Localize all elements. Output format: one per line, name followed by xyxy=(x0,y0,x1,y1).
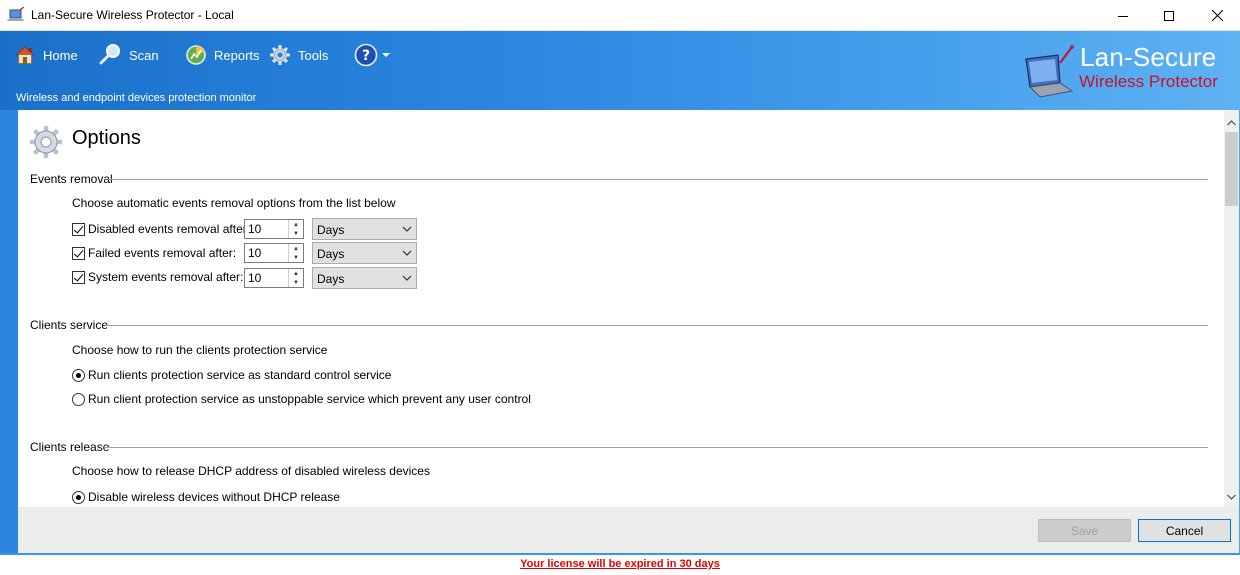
unstoppable-service-label: Run client protection service as unstopp… xyxy=(88,392,531,406)
close-button[interactable] xyxy=(1194,0,1240,31)
system-events-label: System events removal after: xyxy=(88,270,244,284)
gear-icon xyxy=(270,45,290,65)
nav-home-label: Home xyxy=(43,47,78,63)
scroll-up-icon[interactable] xyxy=(1224,114,1239,131)
disabled-events-stepper[interactable]: 10 ▲ ▼ xyxy=(244,219,304,239)
options-panel: Options Events removal Choose automatic … xyxy=(18,110,1224,507)
events-removal-heading: Events removal xyxy=(30,172,113,186)
nav-reports-label: Reports xyxy=(214,47,260,63)
options-gear-icon xyxy=(30,126,62,158)
nav-home[interactable]: Home xyxy=(14,41,78,69)
chevron-down-icon xyxy=(382,53,390,57)
unstoppable-service-radio[interactable] xyxy=(72,392,85,406)
maximize-button[interactable] xyxy=(1146,0,1192,31)
system-events-row: System events removal after: xyxy=(72,267,243,287)
failed-events-stepper[interactable]: 10 ▲ ▼ xyxy=(244,243,304,263)
clients-release-description: Choose how to release DHCP address of di… xyxy=(72,464,430,478)
nav-tools[interactable]: Tools xyxy=(269,41,328,69)
cancel-button[interactable]: Cancel xyxy=(1138,519,1231,542)
no-dhcp-release-label: Disable wireless devices without DHCP re… xyxy=(88,490,340,504)
minimize-button[interactable] xyxy=(1100,0,1146,31)
clients-service-heading: Clients service xyxy=(30,318,109,332)
brand-product: Wireless Protector xyxy=(1079,72,1218,91)
disabled-events-unit-select[interactable]: Days xyxy=(312,218,417,240)
brand-name: Lan-Secure xyxy=(1080,42,1217,72)
nav-tools-label: Tools xyxy=(298,47,329,63)
select-value: Days xyxy=(317,247,345,261)
chevron-down-icon xyxy=(402,275,412,281)
frame-left xyxy=(0,110,18,555)
clients-release-heading: Clients release xyxy=(30,440,110,454)
stepper-up-icon[interactable]: ▲ xyxy=(289,269,303,278)
brand-logo: Lan-Secure Wireless Protector xyxy=(1020,41,1235,101)
options-footer: Save Cancel xyxy=(18,507,1239,553)
disabled-events-row: Disabled events removal after: xyxy=(72,219,250,239)
stepper-value: 10 xyxy=(248,246,262,260)
nav-reports[interactable]: Reports xyxy=(185,41,260,69)
stepper-up-icon[interactable]: ▲ xyxy=(289,220,303,229)
save-button[interactable]: Save xyxy=(1038,519,1131,542)
close-icon xyxy=(1211,10,1223,21)
magnifier-icon xyxy=(99,44,120,65)
disabled-events-checkbox[interactable] xyxy=(72,222,85,236)
select-value: Days xyxy=(317,272,345,286)
chevron-down-icon xyxy=(402,226,412,232)
laptop-logo-icon xyxy=(1025,45,1074,98)
svg-text:?: ? xyxy=(362,48,370,64)
section-divider xyxy=(104,447,1208,448)
chevron-down-icon xyxy=(402,250,412,256)
stepper-value: 10 xyxy=(248,271,262,285)
reports-icon xyxy=(186,45,206,65)
scroll-thumb[interactable] xyxy=(1225,132,1238,206)
standard-service-option[interactable]: Run clients protection service as standa… xyxy=(72,366,391,384)
stepper-up-icon[interactable]: ▲ xyxy=(289,244,303,253)
vertical-scrollbar[interactable] xyxy=(1224,110,1239,507)
system-events-checkbox[interactable] xyxy=(72,270,85,284)
title-bar: Lan-Secure Wireless Protector - Local xyxy=(0,0,1240,31)
stepper-down-icon[interactable]: ▼ xyxy=(289,278,303,287)
section-divider xyxy=(108,179,1208,180)
section-divider xyxy=(105,325,1208,326)
no-dhcp-release-option[interactable]: Disable wireless devices without DHCP re… xyxy=(72,488,340,506)
maximize-icon xyxy=(1164,10,1174,21)
failed-events-checkbox[interactable] xyxy=(72,246,85,260)
stepper-value: 10 xyxy=(248,222,262,236)
help-icon: ? xyxy=(354,43,378,67)
nav-scan-label: Scan xyxy=(129,47,159,63)
events-removal-description: Choose automatic events removal options … xyxy=(72,196,396,210)
failed-events-unit-select[interactable]: Days xyxy=(312,242,417,264)
clients-service-description: Choose how to run the clients protection… xyxy=(72,343,328,357)
header-subtitle: Wireless and endpoint devices protection… xyxy=(16,92,257,104)
app-icon xyxy=(7,7,25,21)
app-header: Home Scan Reports Tools ? Wireless and e… xyxy=(0,31,1240,110)
system-events-stepper[interactable]: 10 ▲ ▼ xyxy=(244,268,304,288)
nav-scan[interactable]: Scan xyxy=(98,41,159,69)
scroll-down-icon[interactable] xyxy=(1224,488,1239,505)
failed-events-label: Failed events removal after: xyxy=(88,246,237,260)
minimize-icon xyxy=(1118,15,1128,17)
select-value: Days xyxy=(317,223,345,237)
standard-service-radio[interactable] xyxy=(72,368,85,382)
failed-events-row: Failed events removal after: xyxy=(72,243,236,263)
status-bar: Your license will be expired in 30 days xyxy=(0,555,1240,575)
help-menu-button[interactable]: ? xyxy=(354,41,397,69)
stepper-down-icon[interactable]: ▼ xyxy=(289,253,303,262)
unstoppable-service-option[interactable]: Run client protection service as unstopp… xyxy=(72,390,531,408)
page-title: Options xyxy=(72,127,141,149)
disabled-events-label: Disabled events removal after: xyxy=(88,222,251,236)
home-icon xyxy=(14,46,36,64)
stepper-down-icon[interactable]: ▼ xyxy=(289,229,303,238)
no-dhcp-release-radio[interactable] xyxy=(72,490,85,504)
standard-service-label: Run clients protection service as standa… xyxy=(88,368,392,382)
window-title: Lan-Secure Wireless Protector - Local xyxy=(31,8,234,22)
system-events-unit-select[interactable]: Days xyxy=(312,267,417,289)
license-link[interactable]: Your license will be expired in 30 days xyxy=(520,558,720,570)
